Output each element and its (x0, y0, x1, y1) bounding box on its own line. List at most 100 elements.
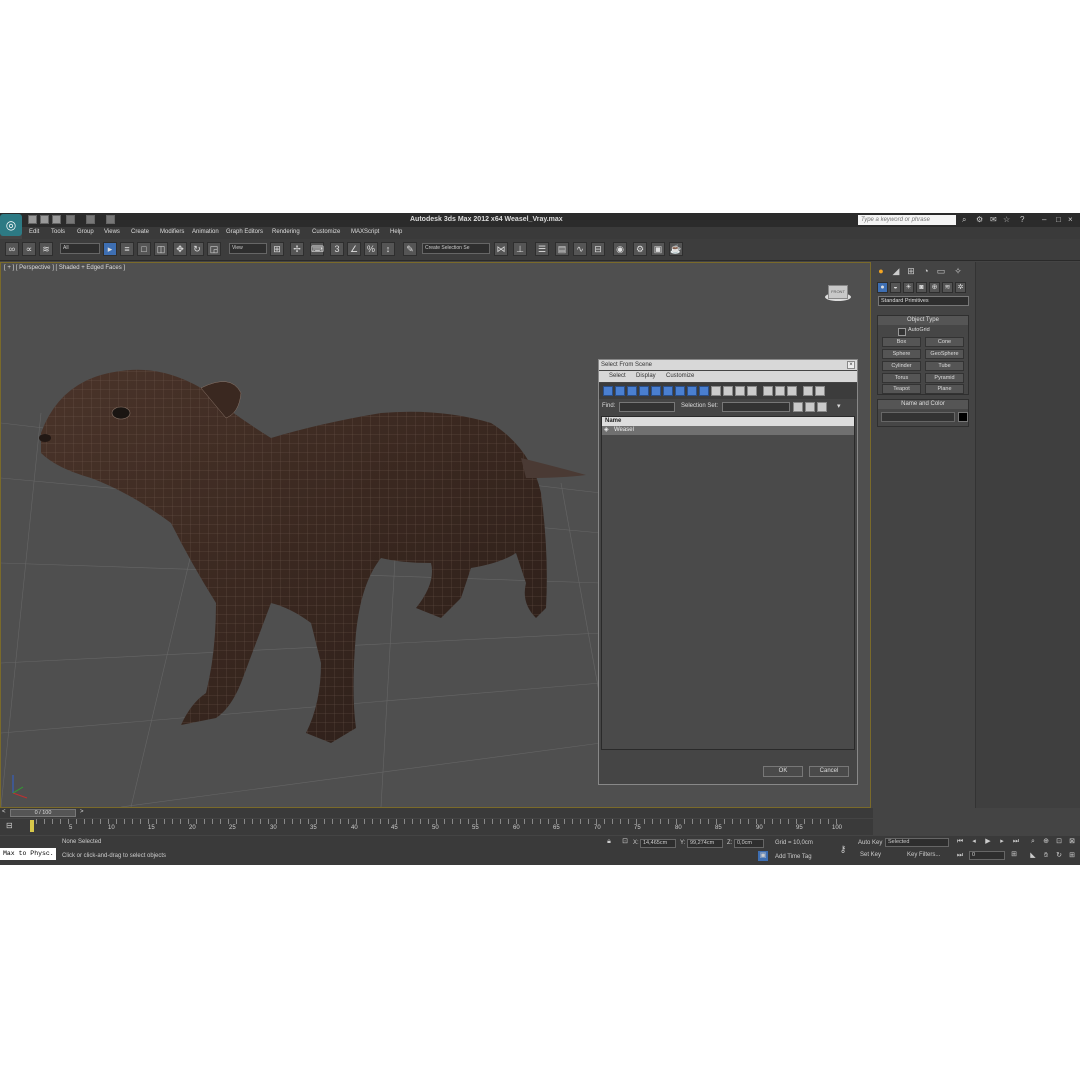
redo-icon[interactable] (86, 215, 95, 224)
close-icon[interactable]: × (1068, 215, 1076, 224)
curve-editor-icon[interactable]: ∿ (573, 242, 587, 256)
viewcube[interactable]: FRONT (821, 283, 855, 311)
x-coordinate-field[interactable]: 14,465cm (640, 839, 676, 848)
align-icon[interactable]: ⊥ (513, 242, 527, 256)
render-setup-icon[interactable]: ⚙ (633, 242, 647, 256)
menu-views[interactable]: Views (104, 229, 120, 235)
select-object-icon[interactable]: ▸ (103, 242, 117, 256)
primitive-category-dropdown[interactable]: Standard Primitives (878, 296, 969, 306)
display-helpers-icon[interactable] (651, 386, 661, 396)
display-bones-icon[interactable] (699, 386, 709, 396)
go-to-end-icon[interactable]: ⏭ (1011, 837, 1021, 847)
display-frozen-icon[interactable] (723, 386, 733, 396)
find-input[interactable] (619, 402, 675, 412)
plane-button[interactable]: Plane (925, 384, 964, 394)
select-and-manipulate-icon[interactable]: ✢ (290, 242, 304, 256)
bind-to-space-warp-icon[interactable]: ≋ (39, 242, 53, 256)
keyboard-shortcut-override-icon[interactable]: ⌨ (310, 242, 324, 256)
object-type-header[interactable]: Object Type (878, 316, 968, 325)
space-warps-icon[interactable]: ≋ (942, 282, 953, 293)
time-slider[interactable]: < 0 / 100 > (0, 808, 873, 818)
play-icon[interactable]: ▶ (983, 837, 993, 847)
undo-icon[interactable] (66, 215, 75, 224)
display-containers-icon[interactable] (711, 386, 721, 396)
cone-button[interactable]: Cone (925, 337, 964, 347)
favorites-icon[interactable]: ☆ (1003, 215, 1011, 224)
menu-animation[interactable]: Animation (192, 229, 219, 235)
reference-coordinate-dropdown[interactable]: View (229, 243, 267, 254)
menu-create[interactable]: Create (131, 229, 149, 235)
help-icon[interactable]: ? (1020, 215, 1028, 224)
key-mode-toggle-icon[interactable]: ⏭ (955, 851, 965, 861)
subscription-icon[interactable]: ⚙ (976, 215, 984, 224)
set-key-button[interactable]: Set Key (860, 852, 881, 858)
tube-button[interactable]: Tube (925, 361, 964, 371)
menu-modifiers[interactable]: Modifiers (160, 229, 184, 235)
spinner-snap-icon[interactable]: ↕ (381, 242, 395, 256)
named-selection-sets-dropdown[interactable]: Create Selection Se (422, 243, 490, 254)
frame-counter[interactable]: 0 / 100 (10, 809, 76, 817)
graphite-modeling-tools-icon[interactable]: ▤ (555, 242, 569, 256)
y-coordinate-field[interactable]: 99,274cm (687, 839, 723, 848)
select-invert-icon[interactable] (787, 386, 797, 396)
utilities-tab-icon[interactable]: ✧ (952, 265, 964, 277)
zoom-extents-all-icon[interactable]: ⊠ (1067, 837, 1077, 847)
mini-curve-editor-icon[interactable]: ⊟ (6, 821, 13, 830)
hierarchy-tab-icon[interactable]: ⊞ (905, 265, 917, 277)
ok-button[interactable]: OK (763, 766, 803, 777)
select-and-scale-icon[interactable]: ◲ (207, 242, 221, 256)
mirror-icon[interactable]: ⋈ (494, 242, 508, 256)
sphere-button[interactable]: Sphere (882, 349, 921, 359)
save-file-icon[interactable] (52, 215, 61, 224)
name-and-color-header[interactable]: Name and Color (878, 400, 968, 409)
menu-maxscript[interactable]: MAXScript (351, 229, 379, 235)
display-tab-icon[interactable]: ▭ (935, 265, 947, 277)
go-to-start-icon[interactable]: ⏮ (955, 837, 965, 847)
display-all-icon[interactable] (747, 386, 757, 396)
set-key-icon[interactable]: ⚷ (838, 844, 848, 854)
display-geometry-icon[interactable] (603, 386, 613, 396)
object-name-field[interactable] (881, 412, 955, 422)
menu-graph-editors[interactable]: Graph Editors (226, 229, 263, 235)
zoom-extents-icon[interactable]: ⊡ (1054, 837, 1064, 847)
dialog-menu-customize[interactable]: Customize (666, 373, 694, 379)
menu-edit[interactable]: Edit (29, 229, 39, 235)
display-shapes-icon[interactable] (615, 386, 625, 396)
window-crossing-icon[interactable]: ◫ (154, 242, 168, 256)
remove-from-selection-set-icon[interactable] (817, 402, 827, 412)
layer-manager-icon[interactable]: ☰ (535, 242, 549, 256)
communication-icon[interactable]: ✉ (990, 215, 998, 224)
motion-tab-icon[interactable]: ◔ (920, 265, 932, 277)
menu-help[interactable]: Help (390, 229, 402, 235)
z-coordinate-field[interactable]: 0,0cm (734, 839, 764, 848)
filter-options-icon[interactable] (815, 386, 825, 396)
add-time-tag[interactable]: Add Time Tag (775, 854, 812, 860)
select-by-name-icon[interactable]: ≡ (120, 242, 134, 256)
display-cameras-icon[interactable] (639, 386, 649, 396)
helpers-icon[interactable]: ⊕ (929, 282, 940, 293)
orbit-icon[interactable]: ↻ (1054, 851, 1064, 861)
field-of-view-icon[interactable]: ◣ (1028, 851, 1038, 861)
scene-object-list[interactable]: Name ◈ Weasel (601, 416, 855, 750)
key-filters-button[interactable]: Key Filters... (907, 852, 940, 858)
track-bar[interactable]: ⊟ 5 10 15 20 25 30 35 40 45 50 55 60 65 … (0, 819, 873, 835)
list-item[interactable]: ◈ Weasel (602, 426, 854, 435)
schematic-view-icon[interactable]: ⊟ (591, 242, 605, 256)
dialog-menu-select[interactable]: Select (609, 373, 626, 379)
display-xrefs-icon[interactable] (687, 386, 697, 396)
display-hidden-icon[interactable] (735, 386, 745, 396)
cameras-icon[interactable]: ◙ (916, 282, 927, 293)
auto-key-button[interactable]: Auto Key (858, 840, 882, 846)
cancel-button[interactable]: Cancel (809, 766, 849, 777)
open-file-icon[interactable] (40, 215, 49, 224)
search-input[interactable]: Type a keyword or phrase (858, 215, 956, 225)
geosphere-button[interactable]: GeoSphere (925, 349, 964, 359)
project-folder-icon[interactable] (106, 215, 115, 224)
edit-named-selection-icon[interactable]: ✎ (403, 242, 417, 256)
box-button[interactable]: Box (882, 337, 921, 347)
dialog-menu-display[interactable]: Display (636, 373, 656, 379)
create-selection-set-icon[interactable] (793, 402, 803, 412)
display-lights-icon[interactable] (627, 386, 637, 396)
selection-set-dropdown[interactable] (722, 402, 790, 412)
display-groups-icon[interactable] (675, 386, 685, 396)
